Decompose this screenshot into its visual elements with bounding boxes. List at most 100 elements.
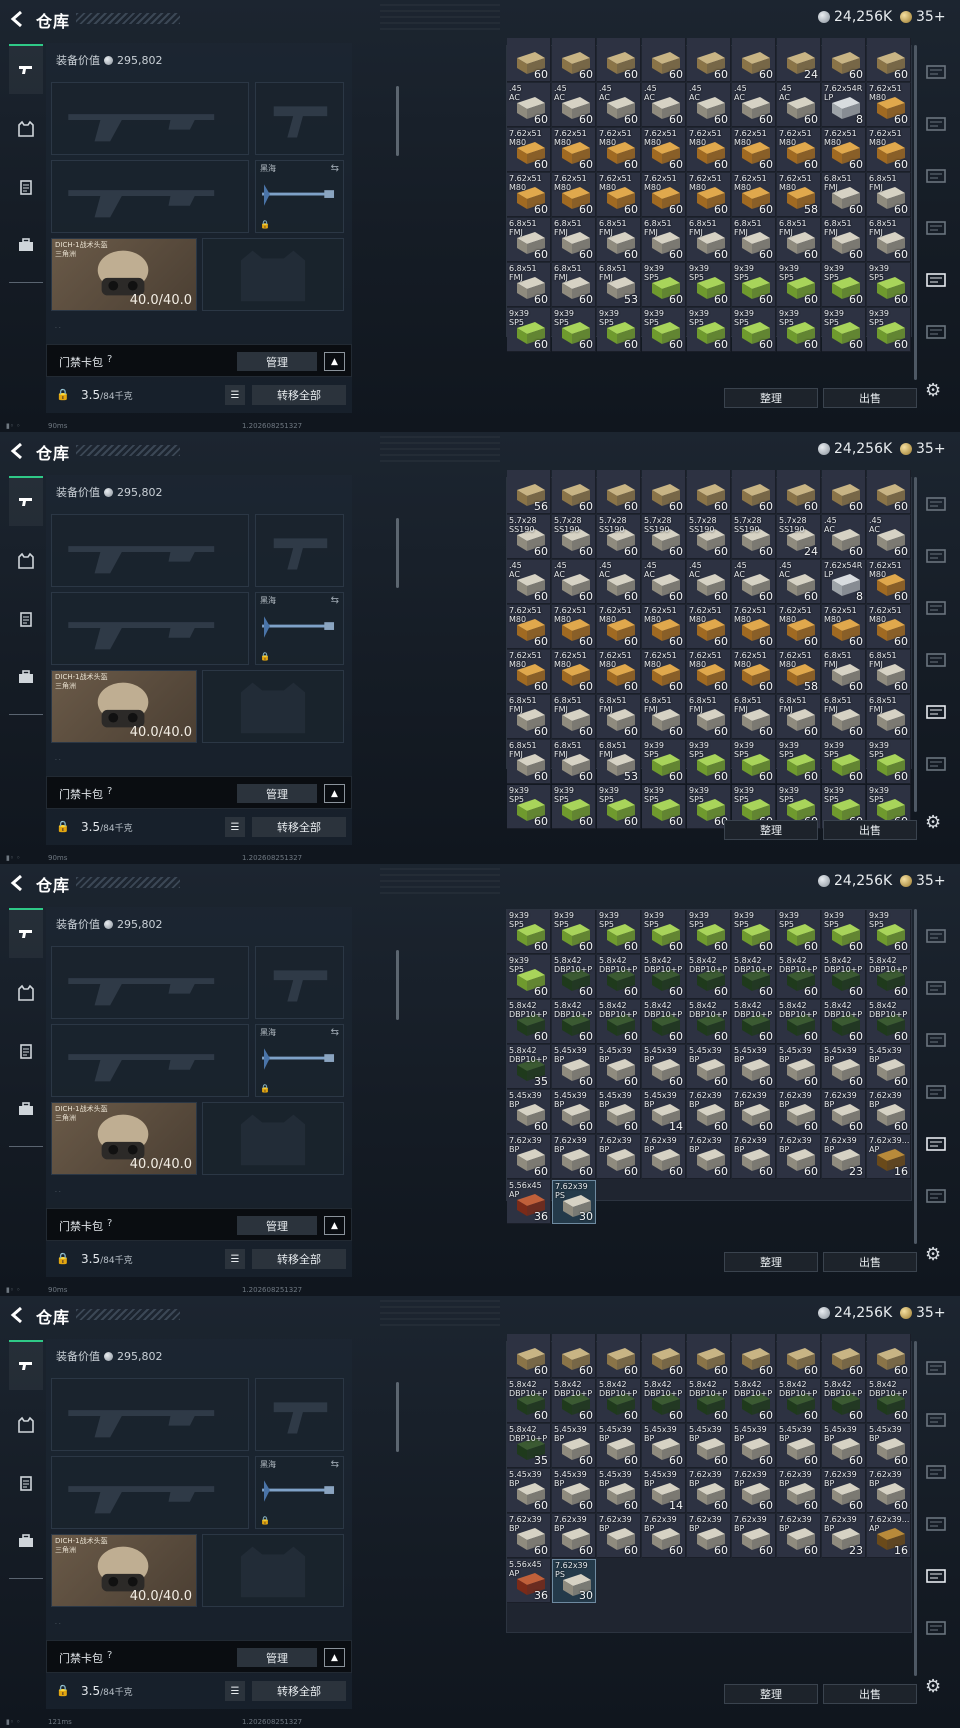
back-arrow-icon[interactable] xyxy=(8,9,28,29)
primary-weapon-slot[interactable] xyxy=(51,946,249,1019)
ammo-cell[interactable]: 9x39 SP5 60 xyxy=(777,308,821,352)
ammo-cell[interactable]: 5.45x39 BP 60 xyxy=(552,1090,596,1134)
ammo-cell[interactable]: 7.62x51 M80 60 xyxy=(507,128,551,172)
ammo-cell[interactable]: 6.8x51 FMJ 60 xyxy=(642,695,686,739)
transfer-all-button[interactable]: 转移全部 xyxy=(252,817,346,837)
ammo-cell[interactable]: 6.8x51 FMJ 60 xyxy=(597,218,641,262)
ammo-cell[interactable]: 6.8x51 FMJ 53 xyxy=(597,740,641,784)
ammo-cell[interactable]: 6.8x51 FMJ 60 xyxy=(822,173,866,217)
ammo-cell[interactable]: 9x39 SP5 60 xyxy=(777,740,821,784)
ammo-cell[interactable]: .45 AC 60 xyxy=(597,560,641,604)
primary-weapon-slot[interactable] xyxy=(51,514,249,587)
ammo-cell[interactable]: 5.8x42 DBP10+P 60 xyxy=(822,955,866,999)
ammo-cell[interactable]: 7.62x51 M80 60 xyxy=(867,128,911,172)
ammo-cell[interactable]: 5.8x42 DBP10+P 60 xyxy=(822,1000,866,1044)
nav-backpack[interactable] xyxy=(9,652,43,702)
secondary-weapon-slot[interactable] xyxy=(51,1024,249,1097)
ammo-cell[interactable]: 7.62x51 M80 60 xyxy=(642,605,686,649)
ammo-cell[interactable]: 24 xyxy=(777,38,821,82)
ammo-cell[interactable]: 9x39 SP5 60 xyxy=(642,910,686,954)
stash-tab-4[interactable] xyxy=(922,1080,950,1104)
manage-button[interactable]: 管理 xyxy=(237,1216,317,1235)
body-armor-slot[interactable] xyxy=(202,1534,344,1607)
ammo-cell[interactable]: 7.62x51 M80 60 xyxy=(687,650,731,694)
ammo-cell[interactable]: 5.7x28 SS190 60 xyxy=(507,515,551,559)
stash-tab-5[interactable] xyxy=(922,1132,950,1156)
ammo-cell[interactable]: 6.8x51 FMJ 60 xyxy=(552,695,596,739)
silver-currency[interactable]: 24,256K xyxy=(818,9,892,25)
ammo-cell[interactable]: 5.8x42 DBP10+P 60 xyxy=(552,955,596,999)
ammo-cell[interactable]: 5.8x42 DBP10+P 60 xyxy=(552,1379,596,1423)
transfer-all-button[interactable]: 转移全部 xyxy=(252,1681,346,1701)
ammo-cell[interactable]: 5.8x42 DBP10+P 60 xyxy=(867,955,911,999)
ammo-cell[interactable]: 9x39 SP5 60 xyxy=(597,785,641,829)
panel-scrollbar[interactable] xyxy=(396,86,399,156)
ammo-cell[interactable]: 6.8x51 FMJ 60 xyxy=(822,650,866,694)
list-icon[interactable]: ☰ xyxy=(225,817,245,837)
ammo-cell[interactable]: 7.62x39 BP 60 xyxy=(777,1514,821,1558)
ammo-cell[interactable]: 60 xyxy=(642,470,686,514)
ammo-cell[interactable]: 7.62x39 PS 30 xyxy=(552,1559,596,1603)
body-armor-slot[interactable] xyxy=(202,238,344,311)
ammo-cell[interactable]: 9x39 SP5 60 xyxy=(732,308,776,352)
ammo-cell[interactable]: 6.8x51 FMJ 53 xyxy=(597,263,641,307)
ammo-cell[interactable]: 7.62x51 M80 60 xyxy=(732,128,776,172)
ammo-cell[interactable]: 7.62x51 M80 60 xyxy=(867,83,911,127)
ammo-cell[interactable]: 7.62x39 BP 60 xyxy=(597,1514,641,1558)
ammo-cell[interactable]: 5.45x39 BP 14 xyxy=(642,1090,686,1134)
gold-currency[interactable]: 35+ xyxy=(900,873,946,889)
stash-tab-2[interactable] xyxy=(922,544,950,568)
ammo-cell[interactable]: 60 xyxy=(822,1334,866,1378)
ammo-cell[interactable]: 6.8x51 FMJ 60 xyxy=(507,218,551,262)
ammo-cell[interactable]: 5.7x28 SS190 60 xyxy=(687,515,731,559)
nav-weapons[interactable] xyxy=(9,44,43,94)
ammo-cell[interactable]: 6.8x51 FMJ 60 xyxy=(867,173,911,217)
ammo-cell[interactable]: 9x39 SP5 60 xyxy=(732,263,776,307)
nav-backpack[interactable] xyxy=(9,1516,43,1566)
transfer-all-button[interactable]: 转移全部 xyxy=(252,385,346,405)
stash-scrollbar[interactable] xyxy=(914,477,917,812)
ammo-cell[interactable]: 5.45x39 BP 14 xyxy=(642,1469,686,1513)
ammo-cell[interactable]: 6.8x51 FMJ 60 xyxy=(552,263,596,307)
ammo-cell[interactable]: 5.8x42 DBP10+P 60 xyxy=(777,1000,821,1044)
stash-tab-1[interactable] xyxy=(922,60,950,84)
ammo-cell[interactable]: 5.7x28 SS190 60 xyxy=(597,515,641,559)
list-icon[interactable]: ☰ xyxy=(225,385,245,405)
ammo-cell[interactable]: 5.45x39 BP 60 xyxy=(687,1424,731,1468)
ammo-cell[interactable]: 7.62x51 M80 60 xyxy=(642,128,686,172)
silver-currency[interactable]: 24,256K xyxy=(818,873,892,889)
ammo-cell[interactable]: 5.45x39 BP 60 xyxy=(507,1469,551,1513)
stash-tab-5[interactable] xyxy=(922,268,950,292)
ammo-cell[interactable]: 9x39 SP5 60 xyxy=(822,308,866,352)
panel-scrollbar[interactable] xyxy=(396,950,399,1020)
ammo-cell[interactable]: 7.62x54R LP 8 xyxy=(822,560,866,604)
helmet-slot[interactable]: DICH-1战术头盔 三角洲 40.0/40.0 xyxy=(51,238,197,311)
ammo-cell[interactable]: 7.62x39 BP 60 xyxy=(597,1135,641,1179)
ammo-cell[interactable]: .45 AC 60 xyxy=(687,560,731,604)
ammo-cell[interactable]: 5.45x39 BP 60 xyxy=(867,1424,911,1468)
stash-scrollbar[interactable] xyxy=(914,909,917,1244)
ammo-cell[interactable]: 5.45x39 BP 60 xyxy=(642,1424,686,1468)
ammo-cell[interactable]: 7.62x51 M80 60 xyxy=(822,605,866,649)
ammo-cell[interactable]: 6.8x51 FMJ 60 xyxy=(732,695,776,739)
ammo-cell[interactable]: 7.62x39... AP 16 xyxy=(867,1135,911,1179)
ammo-cell[interactable]: 5.45x39 BP 60 xyxy=(822,1424,866,1468)
ammo-cell[interactable]: 7.62x39 BP 60 xyxy=(822,1090,866,1134)
ammo-cell[interactable]: 7.62x39 BP 60 xyxy=(732,1514,776,1558)
nav-armor[interactable] xyxy=(9,536,43,586)
ammo-cell[interactable]: 5.56x45 AP 36 xyxy=(507,1559,551,1603)
stash-tab-4[interactable] xyxy=(922,1512,950,1536)
ammo-cell[interactable]: 7.62x51 M80 60 xyxy=(687,605,731,649)
ammo-cell[interactable]: 6.8x51 FMJ 60 xyxy=(822,695,866,739)
ammo-cell[interactable]: 7.62x51 M80 60 xyxy=(732,650,776,694)
ammo-cell[interactable]: 9x39 SP5 60 xyxy=(642,263,686,307)
stash-tab-6[interactable] xyxy=(922,752,950,776)
ammo-cell[interactable]: 60 xyxy=(687,1334,731,1378)
ammo-cell[interactable]: 7.62x51 M80 60 xyxy=(597,650,641,694)
ammo-cell[interactable]: 5.45x39 BP 60 xyxy=(777,1424,821,1468)
ammo-cell[interactable]: 6.8x51 FMJ 60 xyxy=(507,263,551,307)
ammo-cell[interactable]: 5.45x39 BP 60 xyxy=(597,1045,641,1089)
ammo-cell[interactable]: 7.62x51 M80 60 xyxy=(552,173,596,217)
ammo-cell[interactable]: 60 xyxy=(552,38,596,82)
nav-armor[interactable] xyxy=(9,1400,43,1450)
